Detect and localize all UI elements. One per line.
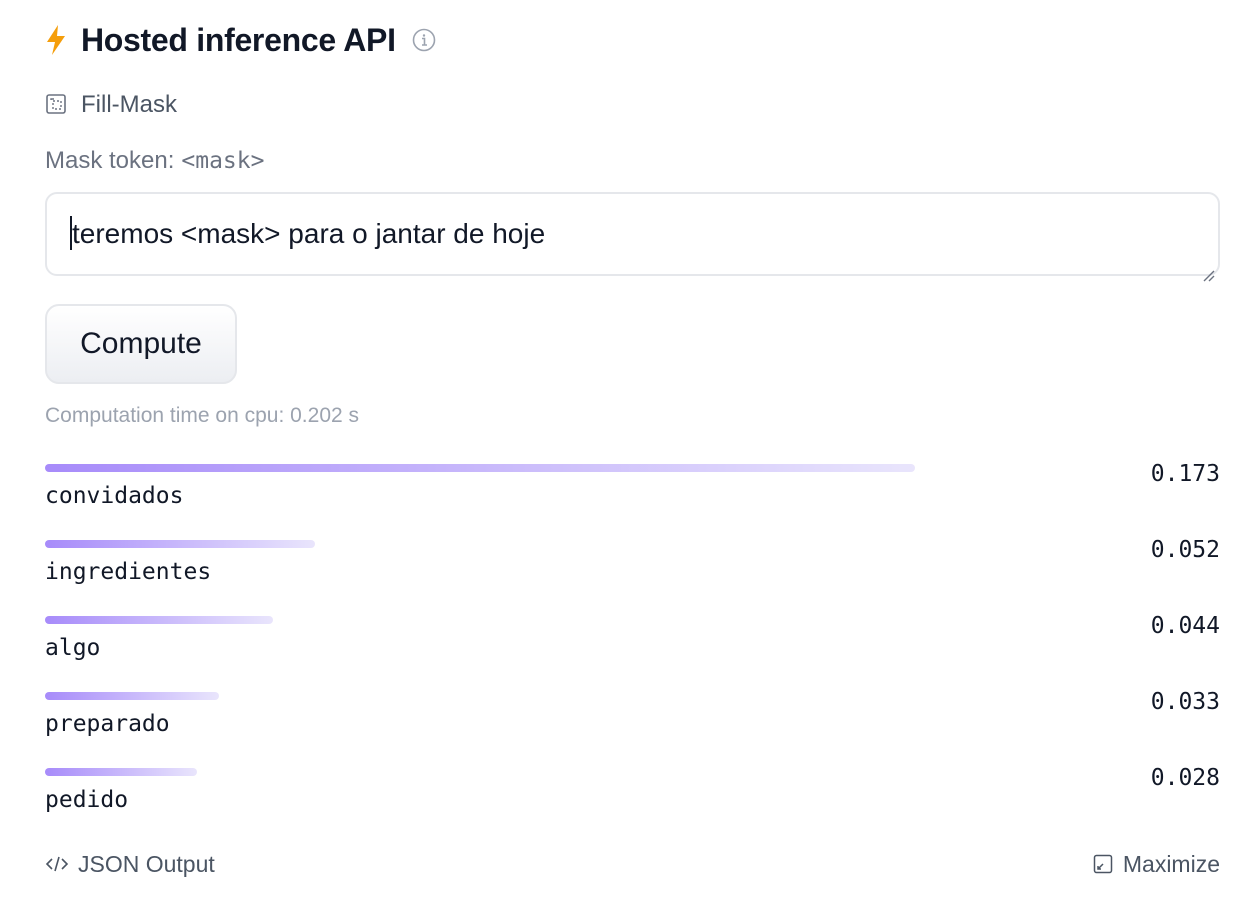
computation-time: Computation time on cpu: 0.202 s	[45, 404, 360, 427]
mask-token-info: Mask token: <mask>	[45, 144, 264, 178]
input-textarea[interactable]: teremos <mask> para o jantar de hoje	[45, 192, 1220, 282]
json-output-label: JSON Output	[78, 850, 215, 877]
result-token: pedido	[45, 787, 129, 813]
result-score: 0.033	[1150, 689, 1220, 715]
input-text: teremos <mask> para o jantar de hoje	[72, 218, 546, 249]
maximize-icon	[1093, 854, 1113, 874]
resize-handle-icon[interactable]	[1201, 257, 1215, 282]
result-token: preparado	[45, 711, 170, 737]
result-score: 0.052	[1150, 537, 1220, 563]
score-bar	[45, 464, 915, 472]
score-bar	[45, 768, 197, 776]
task-label: Fill-Mask	[81, 91, 177, 118]
compute-button[interactable]: Compute	[45, 304, 237, 384]
result-token: ingredientes	[45, 559, 212, 585]
result-token: algo	[45, 635, 101, 661]
info-icon[interactable]	[412, 28, 436, 52]
result-row: convidados 0.173	[45, 461, 1220, 540]
score-bar	[45, 540, 316, 548]
result-score: 0.044	[1150, 613, 1220, 639]
maximize-button[interactable]: Maximize	[1093, 850, 1220, 878]
code-icon	[45, 852, 69, 876]
lightning-bolt-icon	[45, 24, 67, 56]
mask-token-label: Mask token:	[45, 147, 175, 174]
result-row: ingredientes 0.052	[45, 537, 1220, 616]
result-row: algo 0.044	[45, 613, 1220, 692]
result-token: convidados	[45, 483, 184, 509]
score-bar	[45, 692, 219, 700]
result-score: 0.028	[1150, 765, 1220, 791]
result-score: 0.173	[1150, 461, 1220, 487]
maximize-label: Maximize	[1122, 850, 1220, 877]
task-type: Fill-Mask	[45, 89, 177, 121]
json-output-toggle[interactable]: JSON Output	[45, 850, 215, 878]
mask-token-value: <mask>	[181, 148, 265, 174]
fill-mask-icon	[45, 93, 69, 117]
score-bar	[45, 616, 273, 624]
widget-title: Hosted inference API	[81, 21, 396, 58]
result-row: preparado 0.033	[45, 689, 1220, 768]
widget-header: Hosted inference API	[45, 20, 436, 60]
results-list: convidados 0.173 ingredientes 0.052 algo 0.04…	[45, 461, 1220, 844]
result-row: pedido 0.028	[45, 765, 1220, 844]
